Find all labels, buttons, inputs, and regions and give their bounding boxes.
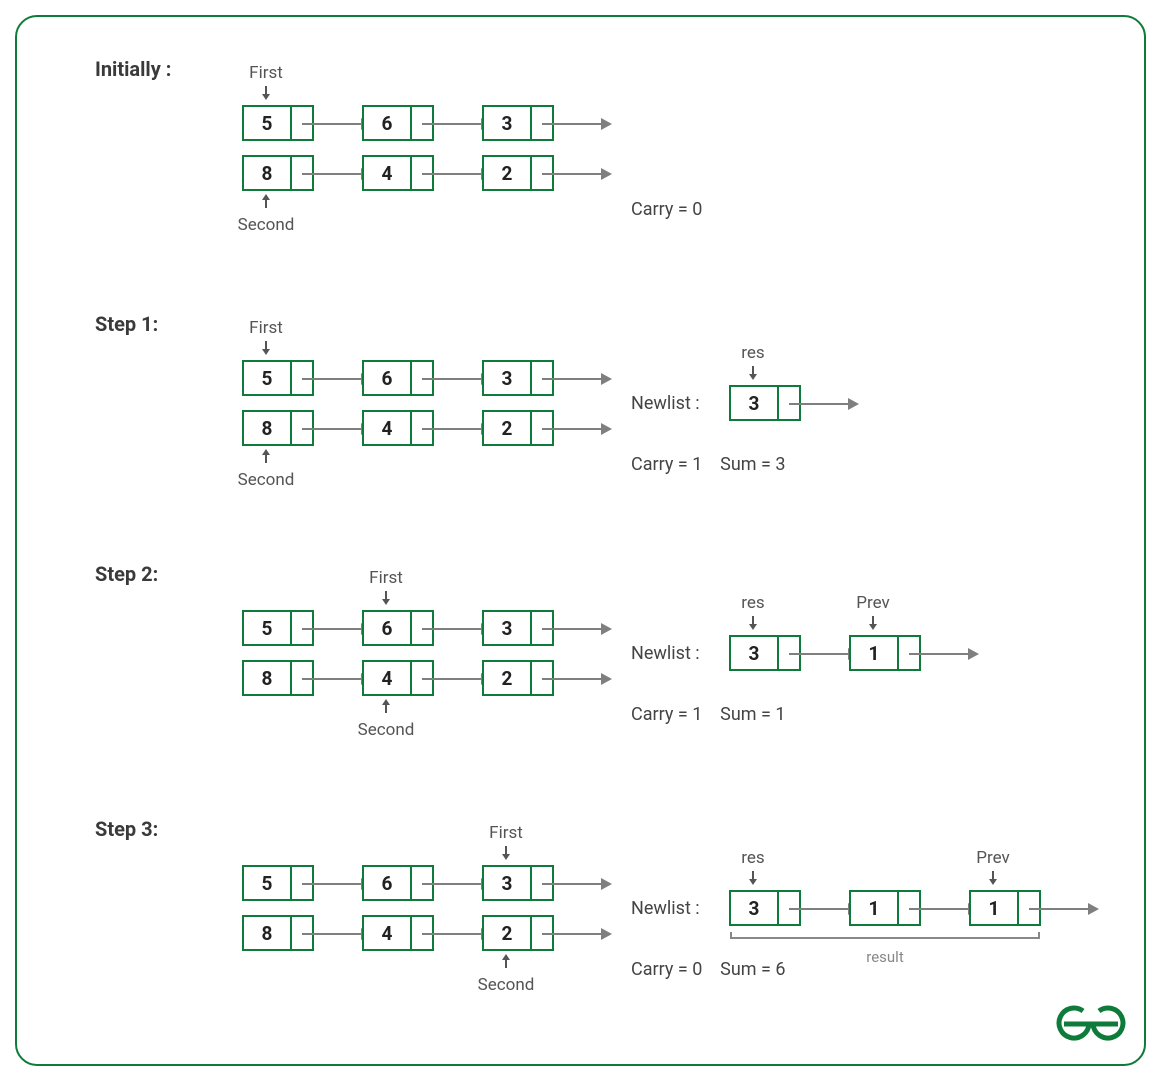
node-value: 2 bbox=[484, 917, 532, 949]
pointer-arrow bbox=[302, 173, 370, 175]
pointer-arrow bbox=[789, 908, 857, 910]
carry-sum-status: Carry = 0 Sum = 6 bbox=[631, 959, 786, 980]
res-pointer-label: res bbox=[723, 848, 783, 890]
pointer-arrow bbox=[422, 123, 490, 125]
node-value: 1 bbox=[851, 637, 899, 669]
node-value: 3 bbox=[484, 867, 532, 899]
pointer-arrow bbox=[302, 378, 370, 380]
pointer-arrow bbox=[422, 428, 490, 430]
newlist-label: Newlist : bbox=[631, 643, 700, 664]
res-pointer-label: res bbox=[723, 343, 783, 385]
prev-pointer-label: Prev bbox=[963, 848, 1023, 890]
second-pointer-label: Second bbox=[356, 698, 416, 740]
node-value: 1 bbox=[851, 892, 899, 924]
node-value: 4 bbox=[364, 662, 412, 694]
pointer-arrow bbox=[542, 678, 610, 680]
pointer-arrow bbox=[542, 378, 610, 380]
second-pointer-label: Second bbox=[236, 193, 296, 235]
node-value: 6 bbox=[364, 107, 412, 139]
step-title: Step 1: bbox=[95, 312, 158, 336]
res-pointer-label: res bbox=[723, 593, 783, 635]
node-value: 1 bbox=[971, 892, 1019, 924]
node-value: 3 bbox=[484, 107, 532, 139]
pointer-arrow bbox=[542, 933, 610, 935]
step-title: Initially : bbox=[95, 57, 171, 81]
node-value: 6 bbox=[364, 362, 412, 394]
pointer-arrow bbox=[422, 883, 490, 885]
first-pointer-label: First bbox=[356, 568, 416, 610]
pointer-arrow bbox=[422, 678, 490, 680]
node-value: 8 bbox=[244, 412, 292, 444]
pointer-arrow bbox=[422, 173, 490, 175]
geeksforgeeks-logo bbox=[1056, 1003, 1126, 1056]
node-value: 3 bbox=[731, 387, 779, 419]
node-value: 6 bbox=[364, 867, 412, 899]
second-pointer-label: Second bbox=[236, 448, 296, 490]
node-value: 3 bbox=[731, 637, 779, 669]
node-value: 2 bbox=[484, 157, 532, 189]
node-value: 8 bbox=[244, 157, 292, 189]
pointer-arrow bbox=[542, 123, 610, 125]
node-value: 5 bbox=[244, 612, 292, 644]
pointer-arrow bbox=[789, 403, 857, 405]
pointer-arrow bbox=[302, 123, 370, 125]
carry-sum-status: Carry = 0 bbox=[631, 199, 702, 220]
diagram-frame: Initially : 5 6 3 8 4 2 First Second Carry = 0 Ste… bbox=[15, 15, 1146, 1066]
pointer-arrow bbox=[302, 628, 370, 630]
carry-sum-status: Carry = 1 Sum = 3 bbox=[631, 454, 786, 475]
node-value: 5 bbox=[244, 867, 292, 899]
first-pointer-label: First bbox=[236, 318, 296, 360]
first-pointer-label: First bbox=[236, 63, 296, 105]
pointer-arrow bbox=[542, 628, 610, 630]
pointer-arrow bbox=[422, 378, 490, 380]
node-value: 3 bbox=[731, 892, 779, 924]
node-value: 2 bbox=[484, 412, 532, 444]
pointer-arrow bbox=[542, 173, 610, 175]
node-value: 8 bbox=[244, 662, 292, 694]
newlist-label: Newlist : bbox=[631, 393, 700, 414]
prev-pointer-label: Prev bbox=[843, 593, 903, 635]
node-value: 8 bbox=[244, 917, 292, 949]
step-title: Step 2: bbox=[95, 562, 158, 586]
pointer-arrow bbox=[302, 678, 370, 680]
newlist-label: Newlist : bbox=[631, 898, 700, 919]
node-value: 6 bbox=[364, 612, 412, 644]
pointer-arrow bbox=[789, 653, 857, 655]
pointer-arrow bbox=[909, 653, 977, 655]
node-value: 2 bbox=[484, 662, 532, 694]
pointer-arrow bbox=[909, 908, 977, 910]
node-value: 4 bbox=[364, 412, 412, 444]
pointer-arrow bbox=[422, 933, 490, 935]
pointer-arrow bbox=[542, 428, 610, 430]
pointer-arrow bbox=[422, 628, 490, 630]
node-value: 4 bbox=[364, 917, 412, 949]
node-value: 5 bbox=[244, 362, 292, 394]
pointer-arrow bbox=[1029, 908, 1097, 910]
first-pointer-label: First bbox=[476, 823, 536, 865]
pointer-arrow bbox=[302, 933, 370, 935]
pointer-arrow bbox=[302, 428, 370, 430]
second-pointer-label: Second bbox=[476, 953, 536, 995]
node-value: 3 bbox=[484, 362, 532, 394]
node-value: 5 bbox=[244, 107, 292, 139]
step-title: Step 3: bbox=[95, 817, 158, 841]
node-value: 4 bbox=[364, 157, 412, 189]
carry-sum-status: Carry = 1 Sum = 1 bbox=[631, 704, 786, 725]
pointer-arrow bbox=[302, 883, 370, 885]
node-value: 3 bbox=[484, 612, 532, 644]
pointer-arrow bbox=[542, 883, 610, 885]
